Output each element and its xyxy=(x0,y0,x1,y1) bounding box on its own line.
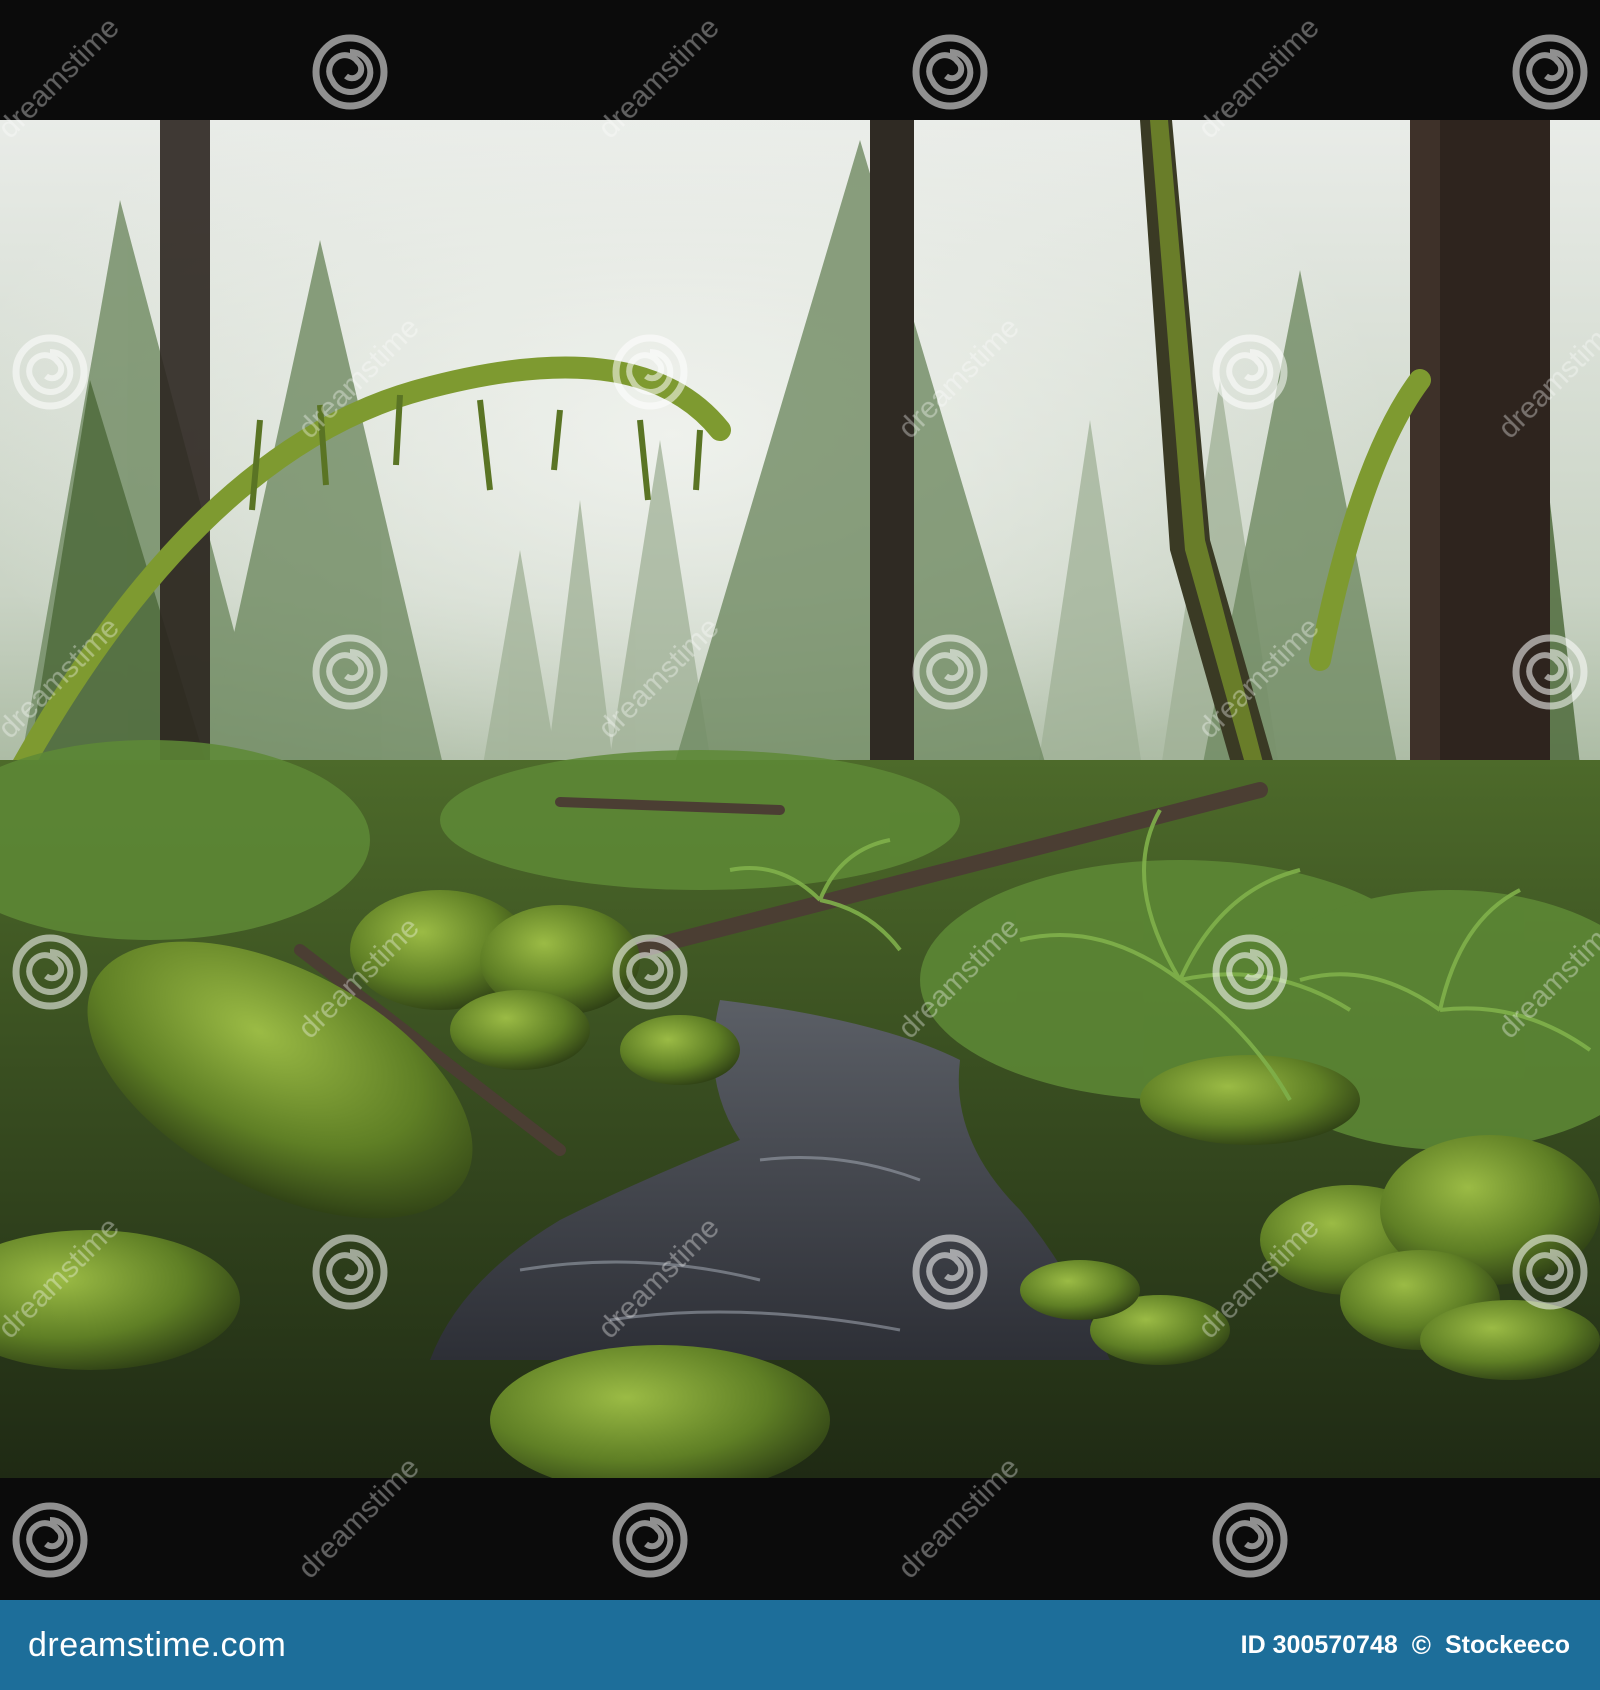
forest-photo xyxy=(0,120,1600,1478)
copyright-icon: © xyxy=(1411,1629,1431,1660)
letterbox-top xyxy=(0,0,1600,120)
stock-photo-preview: dreamstime dreamstime dreamstime dreamst… xyxy=(0,0,1600,1690)
footer-bar: dreamstime.com ID 300570748 © Stockeeco xyxy=(0,1600,1600,1690)
brand-link[interactable]: dreamstime.com xyxy=(28,1626,286,1665)
image-meta: ID 300570748 © Stockeeco xyxy=(1241,1630,1570,1661)
author-name[interactable]: Stockeeco xyxy=(1445,1631,1570,1660)
letterbox-bottom xyxy=(0,1478,1600,1600)
image-id: ID 300570748 xyxy=(1240,1630,1398,1659)
